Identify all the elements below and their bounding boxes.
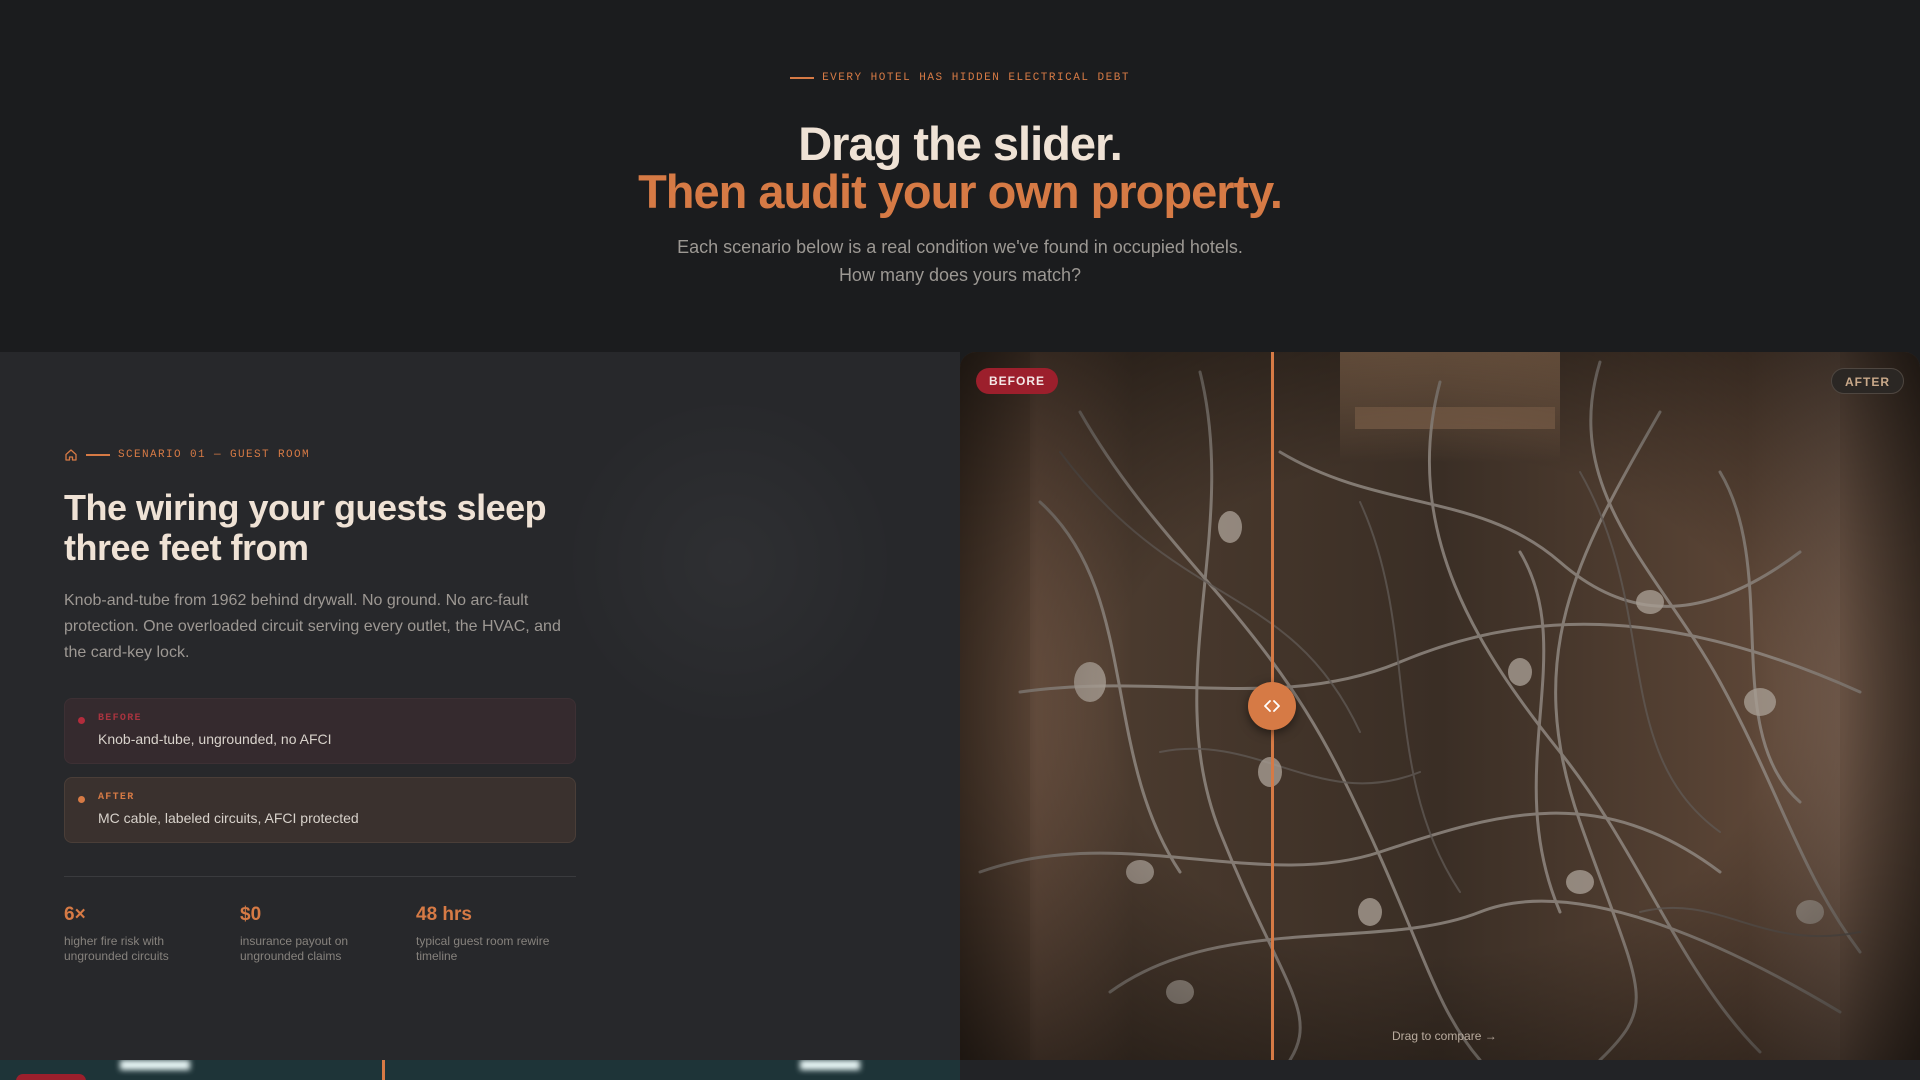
chevron-left-right-icon <box>1264 700 1280 712</box>
before-card-label: BEFORE <box>98 713 142 724</box>
scenario-label: SCENARIO 01 — GUEST ROOM <box>118 449 311 461</box>
before-card-value: Knob-and-tube, ungrounded, no AFCI <box>98 731 332 747</box>
stat-fire-risk: 6× higher fire risk with ungrounded circ… <box>64 904 224 964</box>
before-after-viewer[interactable]: BEFORE AFTER Drag to compare → <box>960 352 1920 1060</box>
slider-handle[interactable] <box>1248 682 1296 730</box>
stat-caption: typical guest room rewire timeline <box>416 934 550 963</box>
before-dot <box>78 717 85 724</box>
stat-insurance: $0 insurance payout on ungrounded claims <box>240 904 400 964</box>
scenario-eyebrow: SCENARIO 01 — GUEST ROOM <box>64 448 310 462</box>
stat-timeline: 48 hrs typical guest room rewire timelin… <box>416 904 576 964</box>
stat-value: $0 <box>240 904 262 925</box>
scenario-panel: SCENARIO 01 — GUEST ROOM The wiring your… <box>0 352 960 1060</box>
stat-caption: higher fire risk with ungrounded circuit… <box>64 934 169 963</box>
stat-value: 6× <box>64 904 86 925</box>
hero-subtitle-line2: How many does yours match? <box>838 265 1082 285</box>
next-before-badge <box>16 1074 86 1080</box>
next-slider-line <box>382 1060 385 1080</box>
stat-value: 48 hrs <box>416 904 472 925</box>
hero-eyebrow: EVERY HOTEL HAS HIDDEN ELECTRICAL DEBT <box>0 72 1920 84</box>
home-icon <box>65 449 77 461</box>
hero-title-line1: Drag the slider. <box>798 117 1123 170</box>
drag-hint: Drag to compare → <box>1392 1029 1497 1043</box>
panel-glow <box>560 392 900 732</box>
after-card-label: AFTER <box>98 792 135 803</box>
ceiling-light <box>800 1060 860 1070</box>
after-card-value: MC cable, labeled circuits, AFCI protect… <box>98 810 359 826</box>
before-card: BEFORE Knob-and-tube, ungrounded, no AFC… <box>64 698 576 764</box>
eyebrow-text: EVERY HOTEL HAS HIDDEN ELECTRICAL DEBT <box>822 72 1130 84</box>
next-section-right <box>960 1060 1920 1080</box>
before-badge: BEFORE <box>976 368 1059 394</box>
hero-subtitle-line1: Each scenario below is a real condition … <box>677 237 1243 257</box>
next-scenario-preview <box>0 1060 960 1080</box>
scenario-rule <box>86 454 110 456</box>
eyebrow-rule <box>790 77 815 79</box>
stats-divider <box>64 876 576 877</box>
wiring-photo <box>960 352 1920 1060</box>
after-dot <box>78 796 85 803</box>
after-badge: AFTER <box>1831 368 1904 394</box>
hero-title-line2: Then audit your own property. <box>638 165 1283 218</box>
scenario-title: The wiring your guests sleep three feet … <box>64 487 547 568</box>
hero-subtitle: Each scenario below is a real condition … <box>0 233 1920 289</box>
hero-section: EVERY HOTEL HAS HIDDEN ELECTRICAL DEBT D… <box>0 0 1920 352</box>
stat-caption: insurance payout on ungrounded claims <box>240 934 349 963</box>
after-card: AFTER MC cable, labeled circuits, AFCI p… <box>64 777 576 843</box>
ceiling-light <box>120 1060 190 1070</box>
scenario-description: Knob-and-tube from 1962 behind drywall. … <box>64 592 561 661</box>
